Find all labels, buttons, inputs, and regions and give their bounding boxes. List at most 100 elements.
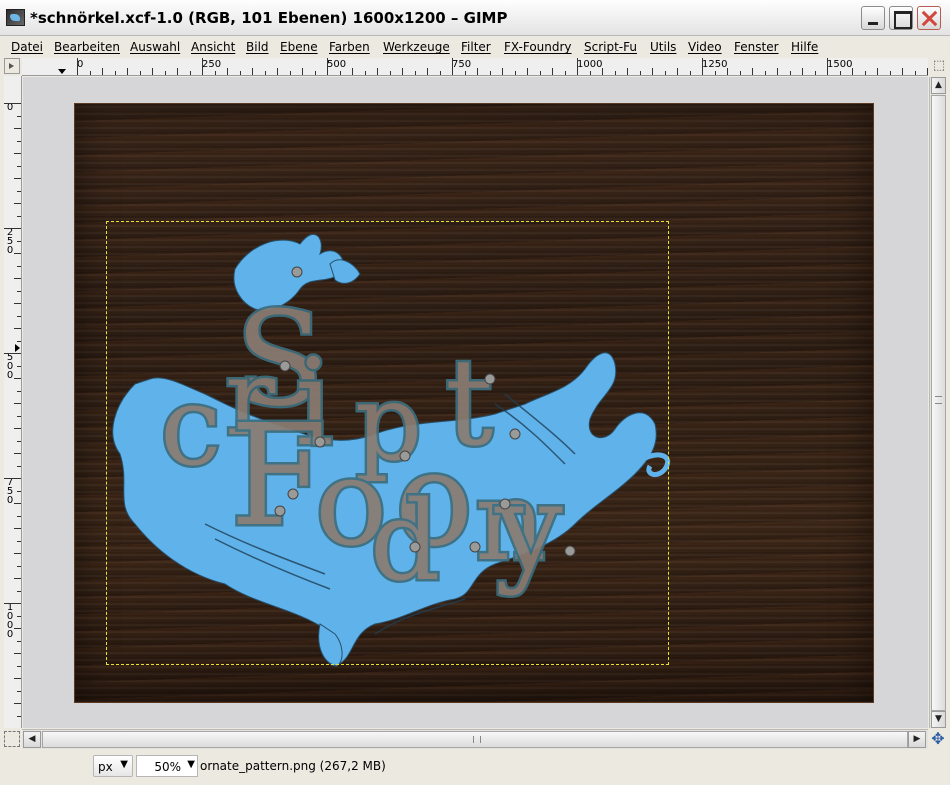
menu-ebene[interactable]: Ebene	[280, 40, 318, 54]
menu-fx-foundry[interactable]: FX-Foundry	[504, 40, 572, 54]
ruler-tick	[740, 71, 741, 75]
menu-werkzeuge[interactable]: Werkzeuge	[383, 40, 450, 54]
ruler-tick	[240, 71, 241, 75]
ruler-tick	[277, 68, 278, 75]
ruler-tick	[14, 253, 21, 254]
ruler-tick	[14, 453, 21, 454]
vertical-scrollbar[interactable]: ▲ ▼	[929, 77, 946, 728]
horizontal-scroll-thumb[interactable]	[42, 731, 908, 748]
ruler-tick	[17, 466, 21, 467]
menu-filter[interactable]: Filter	[461, 40, 491, 54]
image-menu-button[interactable]	[4, 58, 20, 74]
ruler-tick	[202, 58, 203, 75]
ruler-tick	[352, 68, 353, 75]
ruler-tick	[652, 68, 653, 75]
ruler-tick	[752, 68, 753, 75]
navigate-icon[interactable]: ✥	[929, 729, 947, 749]
menu-auswahl[interactable]: Auswahl	[130, 40, 180, 54]
ruler-tick	[815, 71, 816, 75]
ruler-tick	[790, 71, 791, 75]
close-button[interactable]	[917, 6, 941, 30]
scroll-down-button[interactable]: ▼	[931, 711, 946, 728]
ruler-tick	[302, 68, 303, 75]
ruler-tick	[14, 678, 21, 679]
vertical-scroll-thumb[interactable]	[931, 95, 946, 711]
zoom-select[interactable]: 50% ▼	[136, 755, 198, 777]
vertical-ruler[interactable]: 0 250 500 750 1000	[4, 76, 22, 728]
menu-farben[interactable]: Farben	[329, 40, 370, 54]
menu-utils[interactable]: Utils	[650, 40, 676, 54]
ruler-tick	[540, 71, 541, 75]
ruler-tick	[377, 68, 378, 75]
unit-select[interactable]: px ▼	[93, 755, 133, 777]
menu-video[interactable]: Video	[688, 40, 722, 54]
ruler-tick	[17, 391, 21, 392]
ruler-tick	[490, 71, 491, 75]
ruler-tick	[14, 528, 21, 529]
unit-value: px	[98, 760, 113, 774]
menu-datei[interactable]: Datei	[11, 40, 43, 54]
menu-bild[interactable]: Bild	[246, 40, 269, 54]
ruler-tick	[365, 71, 366, 75]
ruler-tick	[17, 316, 21, 317]
ruler-tick	[115, 71, 116, 75]
ruler-tick	[615, 71, 616, 75]
minimize-button[interactable]	[861, 6, 885, 30]
ruler-tick	[14, 278, 21, 279]
ruler-tick	[390, 71, 391, 75]
menu-bearbeiten[interactable]: Bearbeiten	[54, 40, 120, 54]
ruler-tick	[17, 716, 21, 717]
scroll-left-button[interactable]: ◀	[23, 731, 41, 748]
menu-script-fu[interactable]: Script-Fu	[584, 40, 637, 54]
status-bar: px ▼ 50% ▼ ornate_pattern.png (267,2 MB)	[0, 750, 950, 785]
ruler-tick	[290, 71, 291, 75]
ruler-tick	[14, 553, 21, 554]
title-bar: *schnörkel.xcf-1.0 (RGB, 101 Ebenen) 160…	[0, 0, 950, 36]
ruler-tick	[14, 703, 21, 704]
ruler-tick	[17, 416, 21, 417]
ruler-tick	[4, 353, 21, 354]
menu-hilfe[interactable]: Hilfe	[791, 40, 818, 54]
ruler-tick	[852, 68, 853, 75]
pointer-position-marker	[15, 344, 20, 352]
ruler-tick	[215, 71, 216, 75]
horizontal-ruler[interactable]: 0 250 500 750 1000 1250 1500	[22, 58, 928, 76]
ruler-tick	[677, 68, 678, 75]
ruler-label: 500	[327, 59, 347, 70]
ruler-tick	[327, 58, 328, 75]
chevron-down-icon: ▼	[120, 759, 128, 770]
ruler-tick	[14, 403, 21, 404]
scroll-up-button[interactable]: ▲	[931, 77, 946, 94]
ruler-tick	[17, 691, 21, 692]
zoom-fit-icon[interactable]: ⬚	[930, 58, 948, 76]
pointer-position-marker	[58, 69, 66, 74]
menu-fenster[interactable]: Fenster	[734, 40, 779, 54]
ruler-tick	[452, 58, 453, 75]
ruler-tick	[265, 71, 266, 75]
ruler-label: 0	[6, 102, 14, 113]
ruler-tick	[465, 71, 466, 75]
ruler-tick	[17, 266, 21, 267]
quick-mask-toggle[interactable]	[4, 731, 20, 747]
menu-ansicht[interactable]: Ansicht	[191, 40, 235, 54]
ruler-tick	[14, 578, 21, 579]
maximize-button[interactable]	[889, 6, 913, 30]
ruler-label: 750	[6, 477, 14, 506]
gimp-app-icon[interactable]	[6, 9, 25, 26]
ruler-tick	[4, 103, 21, 104]
ruler-tick	[827, 58, 828, 75]
ruler-tick	[17, 291, 21, 292]
image-canvas[interactable]: S c r i p t F o o n d y	[23, 77, 928, 728]
arrow-down-icon: ▼	[935, 714, 942, 724]
ruler-tick	[902, 68, 903, 75]
ruler-label: 1000	[6, 602, 14, 640]
scroll-right-button[interactable]: ▶	[908, 731, 926, 748]
ruler-tick	[415, 71, 416, 75]
ruler-tick	[590, 71, 591, 75]
ruler-tick	[502, 68, 503, 75]
window-title: *schnörkel.xcf-1.0 (RGB, 101 Ebenen) 160…	[30, 9, 508, 27]
ruler-tick	[440, 71, 441, 75]
horizontal-scrollbar[interactable]: ◀ ▶	[22, 729, 928, 749]
ruler-tick	[4, 478, 21, 479]
ruler-tick	[17, 441, 21, 442]
